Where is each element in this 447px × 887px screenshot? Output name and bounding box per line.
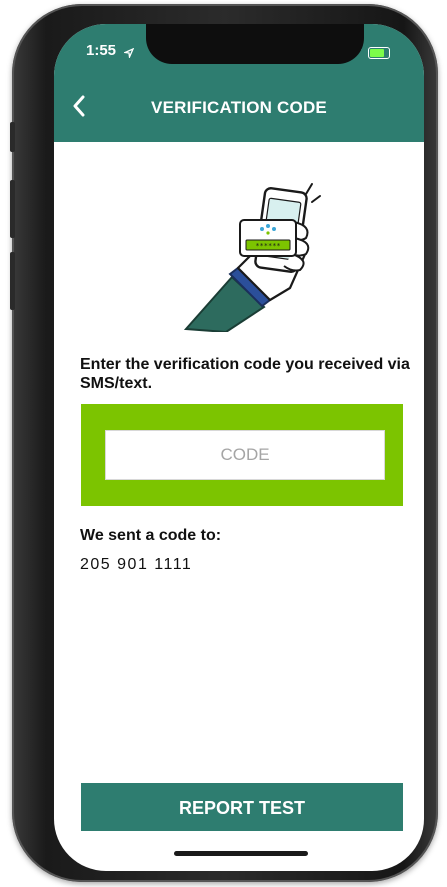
illustration-code: ****** bbox=[255, 242, 280, 250]
battery-level bbox=[370, 49, 384, 57]
verification-prompt: Enter the verification code you received… bbox=[80, 356, 410, 392]
code-input-highlight bbox=[81, 404, 403, 506]
camera-notch bbox=[146, 24, 364, 64]
mute-switch bbox=[10, 122, 15, 152]
code-input[interactable] bbox=[105, 430, 385, 480]
app-screen: 1:55 VERIFICATION CODE ****** Enter the … bbox=[54, 24, 424, 871]
nav-bar: VERIFICATION CODE bbox=[54, 90, 424, 142]
status-time: 1:55 bbox=[86, 42, 117, 59]
phone-number: 205 901 1111 bbox=[80, 556, 193, 573]
volume-up-button bbox=[10, 180, 15, 238]
location-arrow-icon bbox=[122, 45, 135, 63]
home-indicator[interactable] bbox=[174, 851, 308, 856]
hand-holding-phone-icon: ****** bbox=[182, 182, 322, 334]
page-title: VERIFICATION CODE bbox=[151, 98, 327, 117]
battery-icon bbox=[368, 47, 390, 59]
report-test-button[interactable]: REPORT TEST bbox=[81, 783, 403, 831]
volume-down-button bbox=[10, 252, 15, 310]
sent-code-label: We sent a code to: bbox=[80, 527, 222, 544]
